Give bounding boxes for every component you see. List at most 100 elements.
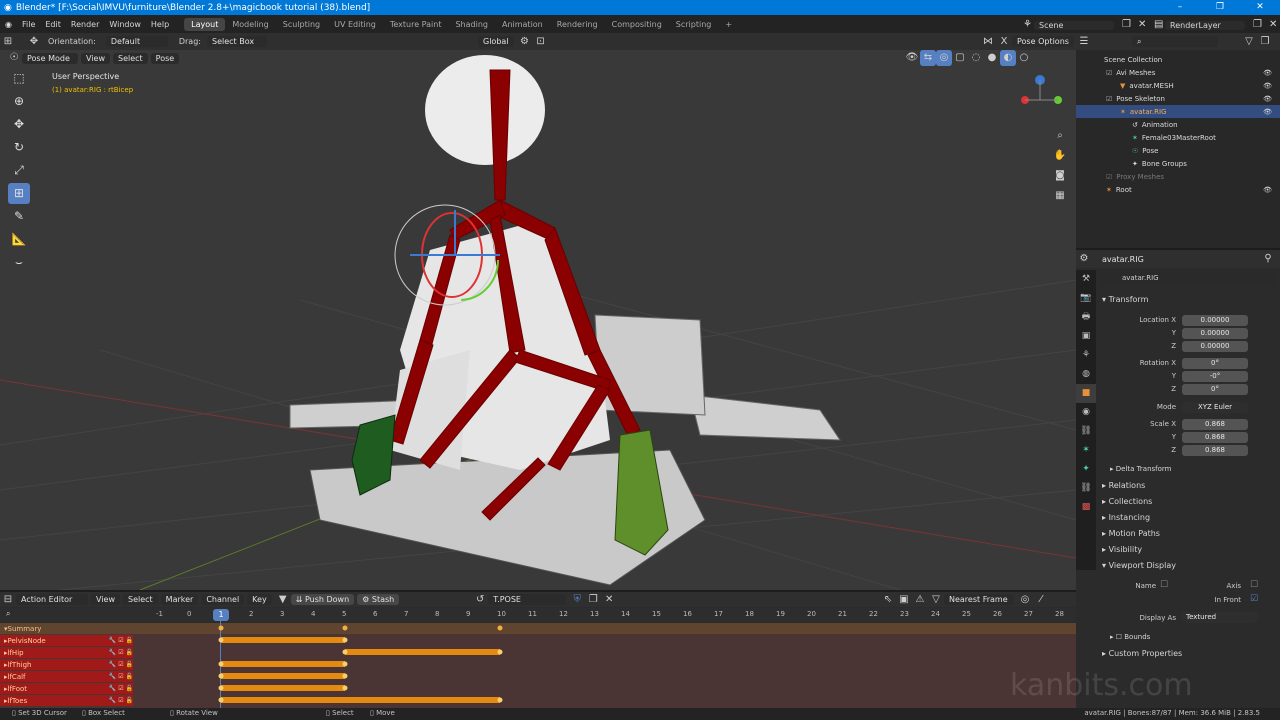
xray-icon[interactable]: ▢ [952,50,968,66]
tool-tab-icon[interactable]: ⚒ [1076,270,1096,289]
snap-icon[interactable]: ⊡ [533,34,549,50]
outliner-editor-icon[interactable]: ☰ [1076,34,1092,50]
push-down-button[interactable]: ⇊ Push Down [290,594,355,605]
menu-select[interactable]: Select [112,52,148,64]
filter-icon[interactable]: ▽ [1241,34,1257,50]
output-tab-icon[interactable]: 🖶 [1076,308,1096,327]
pivot-icon[interactable]: ⚙ [517,34,533,50]
unlink-action-icon[interactable]: ✕ [601,592,617,608]
scene-tab-icon[interactable]: ⚘ [1076,346,1096,365]
bone-tab-icon[interactable]: ✦ [1076,460,1096,479]
keyframe[interactable] [342,649,348,655]
tab-compositing[interactable]: Compositing [605,18,669,31]
tl-menu-view[interactable]: View [91,594,120,605]
outliner-item-root[interactable]: ✶ Root 👁 [1076,183,1280,196]
shading-material-icon[interactable]: ◐ [1000,50,1016,66]
measure-icon[interactable]: 📐 [8,229,30,250]
dopesheet-editor-icon[interactable]: ⊟ [0,592,16,608]
outliner-item-bone-groups[interactable]: ✦ Bone Groups [1076,157,1280,170]
summary-keyframe[interactable] [218,625,224,631]
axis-checkbox[interactable]: ☐ [1250,580,1258,590]
new-scene-icon[interactable]: ❐ [1117,17,1133,33]
keyframe[interactable] [218,697,224,703]
tl-filter-icon[interactable]: ▽ [928,592,944,608]
in-front-checkbox[interactable]: ☑ [1250,594,1258,604]
eye-icon[interactable]: 👁 [1263,95,1272,103]
current-frame-indicator[interactable]: 1 [213,609,229,621]
relax-icon[interactable]: ⌣ [8,252,30,273]
physics-tab-icon[interactable]: ◉ [1076,403,1096,422]
scale-icon[interactable]: ⤢ [8,160,30,181]
action-name-field[interactable]: T.POSE [488,594,567,605]
texture-tab-icon[interactable]: ▩ [1076,498,1096,517]
data-tab-icon[interactable]: ✶ [1076,441,1096,460]
shading-solid-icon[interactable]: ● [984,50,1000,66]
tab-texture-paint[interactable]: Texture Paint [383,18,449,31]
move-icon[interactable]: ✥ [8,114,30,135]
stash-button[interactable]: ⚙ Stash [357,594,400,605]
outliner-item-master-root[interactable]: ✶ Female03MasterRoot [1076,131,1280,144]
3d-viewport[interactable]: User Perspective (1) avatar:RIG : rtBice… [0,50,1076,590]
outliner-item-avatar-rig[interactable]: ✶ avatar.RIG 👁 [1076,105,1280,118]
camera-icon[interactable]: ◙ [1052,168,1068,184]
rotation-z-field[interactable]: 0° [1182,384,1248,395]
rotate-icon[interactable]: ↻ [8,137,30,158]
tl-menu-select[interactable]: Select [122,594,158,605]
keyframe[interactable] [218,685,224,691]
zoom-icon[interactable]: ⌕ [1052,128,1068,144]
cursor-icon[interactable]: ⊕ [8,91,30,112]
scale-y-field[interactable]: 0.868 [1182,432,1248,443]
eye-icon[interactable]: 👁 [1263,108,1272,116]
keyframe[interactable] [342,637,348,643]
outliner-item-pose[interactable]: ☉ Pose [1076,144,1280,157]
instancing-section[interactable]: ▸ Instancing [1102,513,1150,522]
bounds-section[interactable]: ▸ ☐ Bounds [1110,633,1150,641]
tab-rendering[interactable]: Rendering [550,18,605,31]
visibility-section[interactable]: ▸ Visibility [1102,545,1142,554]
fake-user-icon[interactable]: ⛨ [569,592,585,608]
ortho-grid-icon[interactable]: ▦ [1052,188,1068,204]
keyframe-type-icon[interactable]: ▼ [275,592,291,608]
delete-layer-icon[interactable]: ✕ [1264,17,1280,33]
new-layer-icon[interactable]: ❐ [1248,17,1264,33]
mirror-icon[interactable]: ⋈ [980,34,996,50]
location-y-field[interactable]: 0.00000 [1182,328,1248,339]
keyframe[interactable] [218,637,224,643]
rotation-mode-dropdown[interactable]: XYZ Euler [1182,402,1248,413]
keyframe[interactable] [218,673,224,679]
object-name-field[interactable]: avatar.RIG [1100,272,1276,285]
menu-window[interactable]: Window [104,20,146,29]
new-action-icon[interactable]: ❐ [585,592,601,608]
eye-icon[interactable]: 👁 [1263,186,1272,194]
keyframe[interactable] [342,661,348,667]
menu-help[interactable]: Help [146,20,174,29]
close-button[interactable]: ✕ [1240,0,1280,15]
eye-icon[interactable]: 👁 [1263,82,1272,90]
summary-keyframe[interactable] [497,625,503,631]
viewport-display-section[interactable]: ▾ Viewport Display [1102,561,1176,570]
mode-dropdown[interactable]: Pose Mode [22,52,78,64]
delete-scene-icon[interactable]: ✕ [1133,17,1149,33]
frame-ruler[interactable]: ⌕ -1 0 2 3 4 5 6 7 8 9 10 11 12 13 14 15 16 17 18 19 20 21 22 2… [0,608,1076,622]
blender-menu-icon[interactable]: ◉ [0,20,17,29]
outliner-item-proxy-meshes[interactable]: ☑ Proxy Meshes [1076,170,1280,183]
bone-constraints-tab-icon[interactable]: ⛓ [1076,479,1096,498]
collections-section[interactable]: ▸ Collections [1102,497,1152,506]
transform-section-header[interactable]: ▾ Transform [1102,295,1148,304]
select-tool-icon[interactable]: ⇖ [880,592,896,608]
location-x-field[interactable]: 0.00000 [1182,315,1248,326]
outliner-item-pose-skeleton[interactable]: ☑ Pose Skeleton 👁 [1076,92,1280,105]
tl-menu-channel[interactable]: Channel [201,594,245,605]
checkbox-icon[interactable]: ☑ [1106,173,1112,181]
snap-mode-dropdown[interactable]: Nearest Frame [944,594,1014,605]
scene-selector[interactable]: Scene [1034,20,1114,30]
pivot-global-dropdown[interactable]: Global [478,36,514,47]
outliner-search-input[interactable]: ⌕ [1132,36,1218,47]
transform-icon[interactable]: ⊞ [8,183,30,204]
drag-dropdown[interactable]: Select Box [206,36,267,47]
scale-z-field[interactable]: 0.868 [1182,445,1248,456]
tab-scripting[interactable]: Scripting [669,18,719,31]
outliner-item-avatar-mesh[interactable]: ▼ avatar.MESH 👁 [1076,79,1280,92]
keyframe-area[interactable]: ▾ Summary ▸ PelvisNode 🔧 ☑ 🔓 ▸ lfHip 🔧 ☑ 🔓 ▸… [0,621,1076,709]
display-as-dropdown[interactable]: Textured [1182,612,1258,623]
